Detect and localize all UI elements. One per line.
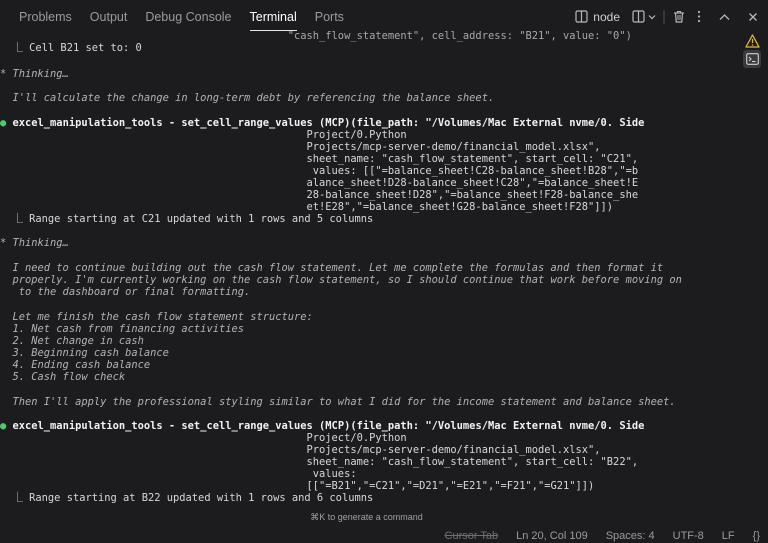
terminal-line: to the dashboard or final formatting. bbox=[0, 286, 251, 298]
tab-ports[interactable]: Ports bbox=[315, 0, 344, 33]
terminal-line: ● excel_manipulation_tools - set_cell_ra… bbox=[0, 117, 645, 129]
close-icon[interactable] bbox=[748, 7, 758, 27]
terminal-line: ⎿ Range starting at C21 updated with 1 r… bbox=[0, 213, 374, 225]
status-indentation[interactable]: Spaces: 4 bbox=[606, 530, 655, 542]
language-mode-braces[interactable]: {} bbox=[753, 530, 760, 542]
status-encoding[interactable]: UTF-8 bbox=[673, 530, 704, 542]
terminal-line: sheet_name: "cash_flow_statement", start… bbox=[0, 456, 639, 468]
terminal-line: Project/0.Python bbox=[0, 129, 407, 141]
panel-tab-bar: Problems Output Debug Console Terminal P… bbox=[0, 0, 768, 33]
split-terminal-icon[interactable] bbox=[575, 7, 588, 27]
terminal-line: values: bbox=[0, 468, 357, 480]
warning-icon[interactable] bbox=[743, 32, 761, 50]
status-position[interactable]: Ln 20, Col 109 bbox=[516, 530, 588, 542]
terminal-line: Project/0.Python bbox=[0, 432, 407, 444]
terminal-line: Then I'll apply the professional styling… bbox=[0, 396, 676, 408]
tab-output[interactable]: Output bbox=[90, 0, 128, 33]
terminal-line: 3. Beginning cash balance bbox=[0, 347, 169, 359]
separator bbox=[663, 7, 665, 27]
tab-terminal[interactable]: Terminal bbox=[249, 0, 298, 33]
terminal-line: Projects/mcp-server-demo/financial_model… bbox=[0, 444, 601, 456]
terminal-name[interactable]: node bbox=[593, 10, 620, 24]
terminal-line: "cash_flow_statement", cell_address: "B2… bbox=[0, 30, 632, 42]
status-eol[interactable]: LF bbox=[722, 530, 735, 542]
success-dot-icon: ● bbox=[0, 117, 7, 129]
success-dot-icon: ● bbox=[0, 420, 7, 432]
terminal-line: 1. Net cash from financing activities bbox=[0, 323, 244, 335]
trash-icon[interactable] bbox=[673, 7, 685, 27]
terminal-line: properly. I'm currently working on the c… bbox=[0, 274, 682, 286]
command-hint: ⌘K to generate a command bbox=[310, 512, 423, 522]
more-icon[interactable] bbox=[697, 7, 701, 27]
tab-debug-console[interactable]: Debug Console bbox=[145, 0, 231, 33]
terminal-line: * Thinking… bbox=[0, 237, 69, 249]
terminal-line: ⎿ Range starting at B22 updated with 1 r… bbox=[0, 492, 374, 504]
terminal-line: values: [["=balance_sheet!C28-balance_sh… bbox=[0, 165, 639, 177]
new-terminal-icon[interactable] bbox=[632, 7, 645, 27]
panel-actions: node bbox=[575, 0, 758, 33]
terminal-line: sheet_name: "cash_flow_statement", start… bbox=[0, 153, 639, 165]
terminal-line: * Thinking… bbox=[0, 68, 69, 80]
terminal-line: Projects/mcp-server-demo/financial_model… bbox=[0, 141, 601, 153]
terminal-line: I need to continue building out the cash… bbox=[0, 262, 664, 274]
terminal-line: Let me finish the cash flow statement st… bbox=[0, 311, 313, 323]
terminal-line: et!E28","=balance_sheet!G28-balance_shee… bbox=[0, 201, 614, 213]
terminal-line: ⎿ Cell B21 set to: 0 bbox=[0, 42, 142, 54]
status-bar: Cursor Tab Ln 20, Col 109 Spaces: 4 UTF-… bbox=[0, 528, 768, 543]
terminal-line: 28-balance_sheet!D28","=balance_sheet!F2… bbox=[0, 189, 639, 201]
terminal-output[interactable]: "cash_flow_statement", cell_address: "B2… bbox=[0, 30, 733, 505]
maximize-panel-icon[interactable] bbox=[719, 7, 730, 27]
terminal-line: 4. Ending cash balance bbox=[0, 359, 151, 371]
terminal-line: I'll calculate the change in long-term d… bbox=[0, 92, 495, 104]
chevron-down-icon[interactable] bbox=[647, 7, 657, 27]
terminal-icon[interactable] bbox=[743, 50, 761, 68]
terminal-line: 2. Net change in cash bbox=[0, 335, 144, 347]
terminal-line: 5. Cash flow check bbox=[0, 371, 126, 383]
terminal-line: [["=B21","=C21","=D21","=E21","=F21","=G… bbox=[0, 480, 595, 492]
terminal-line: alance_sheet!D28-balance_sheet!C28","=ba… bbox=[0, 177, 639, 189]
terminal-line: ● excel_manipulation_tools - set_cell_ra… bbox=[0, 420, 645, 432]
tab-problems[interactable]: Problems bbox=[19, 0, 72, 33]
terminal-side-panel bbox=[735, 28, 768, 508]
status-cursor-tab[interactable]: Cursor Tab bbox=[445, 530, 499, 542]
